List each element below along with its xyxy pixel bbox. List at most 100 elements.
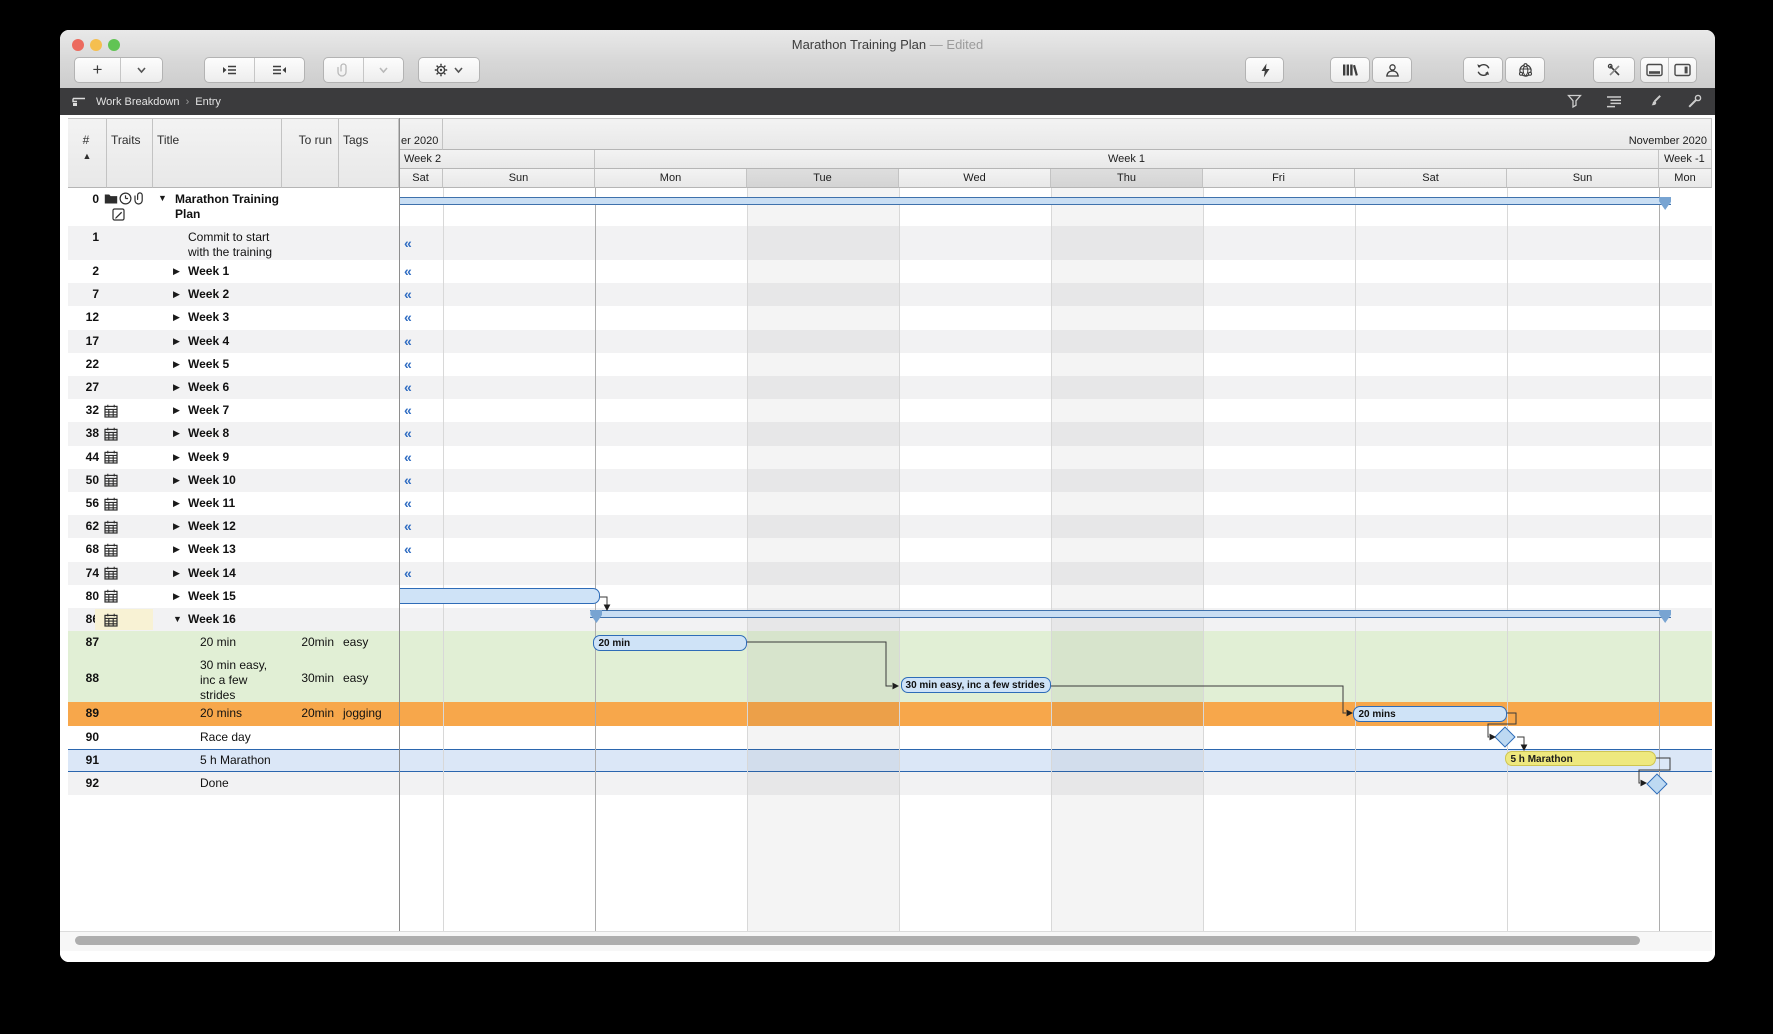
table-row[interactable]: 68▶Week 13 bbox=[68, 538, 399, 561]
disclosure-triangle[interactable]: ▼ bbox=[173, 608, 182, 631]
offscreen-left-indicator[interactable]: « bbox=[404, 376, 430, 399]
gantt-task-bar[interactable]: 20 min bbox=[593, 635, 747, 651]
table-row[interactable]: 56▶Week 11 bbox=[68, 492, 399, 515]
task-title: Week 15 bbox=[188, 585, 280, 608]
table-row[interactable]: 92Done bbox=[68, 772, 399, 795]
week-header-cell: Week -1 bbox=[1659, 150, 1712, 169]
week-label: Week -1 bbox=[1659, 153, 1710, 165]
table-row[interactable]: 8720 min20mineasy bbox=[68, 631, 399, 654]
task-title: 30 min easy, inc a few strides bbox=[200, 654, 280, 703]
row-number: 74 bbox=[68, 562, 99, 585]
offscreen-left-indicator[interactable]: « bbox=[404, 283, 430, 306]
gantt-task-bar[interactable]: 5 h Marathon bbox=[1505, 751, 1655, 766]
disclosure-triangle[interactable]: ▼ bbox=[158, 188, 167, 226]
offscreen-left-indicator[interactable]: « bbox=[404, 446, 430, 469]
header-top-border bbox=[68, 118, 1712, 119]
disclosure-triangle[interactable]: ▶ bbox=[173, 376, 180, 399]
day-label: Sun bbox=[1573, 172, 1593, 184]
offscreen-left-indicator[interactable]: « bbox=[404, 469, 430, 492]
task-title: Week 16 bbox=[188, 608, 280, 631]
offscreen-left-indicator[interactable]: « bbox=[404, 330, 430, 353]
disclosure-triangle[interactable]: ▶ bbox=[173, 562, 180, 585]
nonwork-column-shade bbox=[747, 188, 899, 931]
disclosure-triangle[interactable]: ▶ bbox=[173, 446, 180, 469]
offscreen-left-indicator[interactable]: « bbox=[404, 492, 430, 515]
disclosure-triangle[interactable]: ▶ bbox=[173, 515, 180, 538]
gantt-task-bar[interactable] bbox=[399, 588, 600, 604]
gantt-bar-label: 30 min easy, inc a few strides bbox=[906, 680, 1045, 691]
column-header-to-run[interactable]: To run bbox=[282, 119, 339, 188]
offscreen-left-indicator[interactable]: « bbox=[404, 399, 430, 422]
day-header-cell: Wed bbox=[899, 169, 1051, 188]
table-row[interactable]: 32 ▶ Week 7 bbox=[68, 399, 399, 422]
task-title: Week 8 bbox=[188, 422, 280, 445]
task-title: Week 7 bbox=[188, 399, 280, 422]
table-row[interactable]: 915 h Marathon bbox=[68, 749, 399, 772]
table-row[interactable]: 80▶Week 15 bbox=[68, 585, 399, 608]
disclosure-triangle[interactable]: ▶ bbox=[173, 260, 180, 283]
disclosure-triangle[interactable]: ▶ bbox=[173, 306, 180, 329]
offscreen-left-indicator[interactable]: « bbox=[404, 260, 430, 283]
gantt-bar-label: 20 mins bbox=[1358, 709, 1395, 720]
row-number: 12 bbox=[68, 306, 99, 329]
gantt-task-bar[interactable]: 30 min easy, inc a few strides bbox=[901, 677, 1051, 693]
table-row[interactable]: 8920 mins20minjogging bbox=[68, 702, 399, 725]
disclosure-triangle[interactable]: ▶ bbox=[173, 492, 180, 515]
table-row[interactable]: 0▼Marathon Training Plan bbox=[68, 188, 399, 226]
to-run-value: 30min bbox=[282, 654, 334, 702]
column-header-traits[interactable]: Traits bbox=[107, 119, 153, 188]
calendar-trait-icon bbox=[104, 497, 118, 516]
gantt-task-bar[interactable]: 20 mins bbox=[1353, 706, 1507, 722]
day-gridline bbox=[1659, 188, 1660, 931]
day-header-cell: Thu bbox=[1051, 169, 1203, 188]
column-header-num[interactable]: #▲ bbox=[68, 119, 107, 188]
table-row[interactable]: 1Commit to start with the training bbox=[68, 226, 399, 260]
offscreen-left-indicator[interactable]: « bbox=[404, 562, 430, 585]
column-header-tags[interactable]: Tags bbox=[339, 119, 399, 188]
row-number: 32 bbox=[68, 399, 99, 422]
task-title: Done bbox=[200, 772, 280, 795]
disclosure-triangle[interactable]: ▶ bbox=[173, 283, 180, 306]
day-header-cell: Fri bbox=[1203, 169, 1355, 188]
offscreen-left-indicator[interactable]: « bbox=[404, 226, 430, 260]
row-number: 0 bbox=[68, 188, 99, 226]
h-scrollbar-thumb[interactable] bbox=[75, 936, 1640, 945]
tags-value: easy bbox=[343, 631, 399, 654]
table-row[interactable]: 2▶Week 1 bbox=[68, 260, 399, 283]
disclosure-triangle[interactable]: ▶ bbox=[173, 538, 180, 561]
table-row[interactable]: 44▶Week 9 bbox=[68, 446, 399, 469]
table-row[interactable]: 7▶Week 2 bbox=[68, 283, 399, 306]
disclosure-triangle[interactable]: ▶ bbox=[173, 585, 180, 608]
offscreen-left-indicator[interactable]: « bbox=[404, 306, 430, 329]
summary-bar[interactable] bbox=[399, 197, 1671, 205]
task-title: Week 6 bbox=[188, 376, 280, 399]
table-row[interactable]: 8830 min easy, inc a few strides30mineas… bbox=[68, 654, 399, 702]
offscreen-left-indicator[interactable]: « bbox=[404, 353, 430, 376]
table-row[interactable]: 90Race day bbox=[68, 726, 399, 749]
day-header-cell: Sat bbox=[399, 169, 443, 188]
summary-bar[interactable] bbox=[590, 610, 1671, 618]
table-row[interactable]: 17▶Week 4 bbox=[68, 330, 399, 353]
offscreen-left-indicator[interactable]: « bbox=[404, 538, 430, 561]
task-title: Week 13 bbox=[188, 538, 280, 561]
table-row[interactable]: 62▶Week 12 bbox=[68, 515, 399, 538]
calendar-trait-icon bbox=[104, 473, 118, 492]
disclosure-triangle[interactable]: ▶ bbox=[173, 469, 180, 492]
table-row[interactable]: 38▶Week 8 bbox=[68, 422, 399, 445]
task-title: 20 min bbox=[200, 631, 280, 654]
disclosure-triangle[interactable]: ▶ bbox=[173, 330, 180, 353]
disclosure-triangle[interactable]: ▶ bbox=[173, 422, 180, 445]
table-row[interactable]: 27▶Week 6 bbox=[68, 376, 399, 399]
table-row[interactable]: 50▶Week 10 bbox=[68, 469, 399, 492]
disclosure-triangle[interactable]: ▶ bbox=[173, 399, 180, 422]
table-row[interactable]: 74▶Week 14 bbox=[68, 562, 399, 585]
column-header-label: Tags bbox=[343, 133, 392, 147]
task-title: 20 mins bbox=[200, 702, 280, 725]
disclosure-triangle[interactable]: ▶ bbox=[173, 353, 180, 376]
table-gantt-splitter[interactable] bbox=[399, 118, 400, 931]
offscreen-left-indicator[interactable]: « bbox=[404, 515, 430, 538]
table-row[interactable]: 22▶Week 5 bbox=[68, 353, 399, 376]
offscreen-left-indicator[interactable]: « bbox=[404, 422, 430, 445]
column-header-title[interactable]: Title bbox=[153, 119, 282, 188]
table-row[interactable]: 12▶Week 3 bbox=[68, 306, 399, 329]
